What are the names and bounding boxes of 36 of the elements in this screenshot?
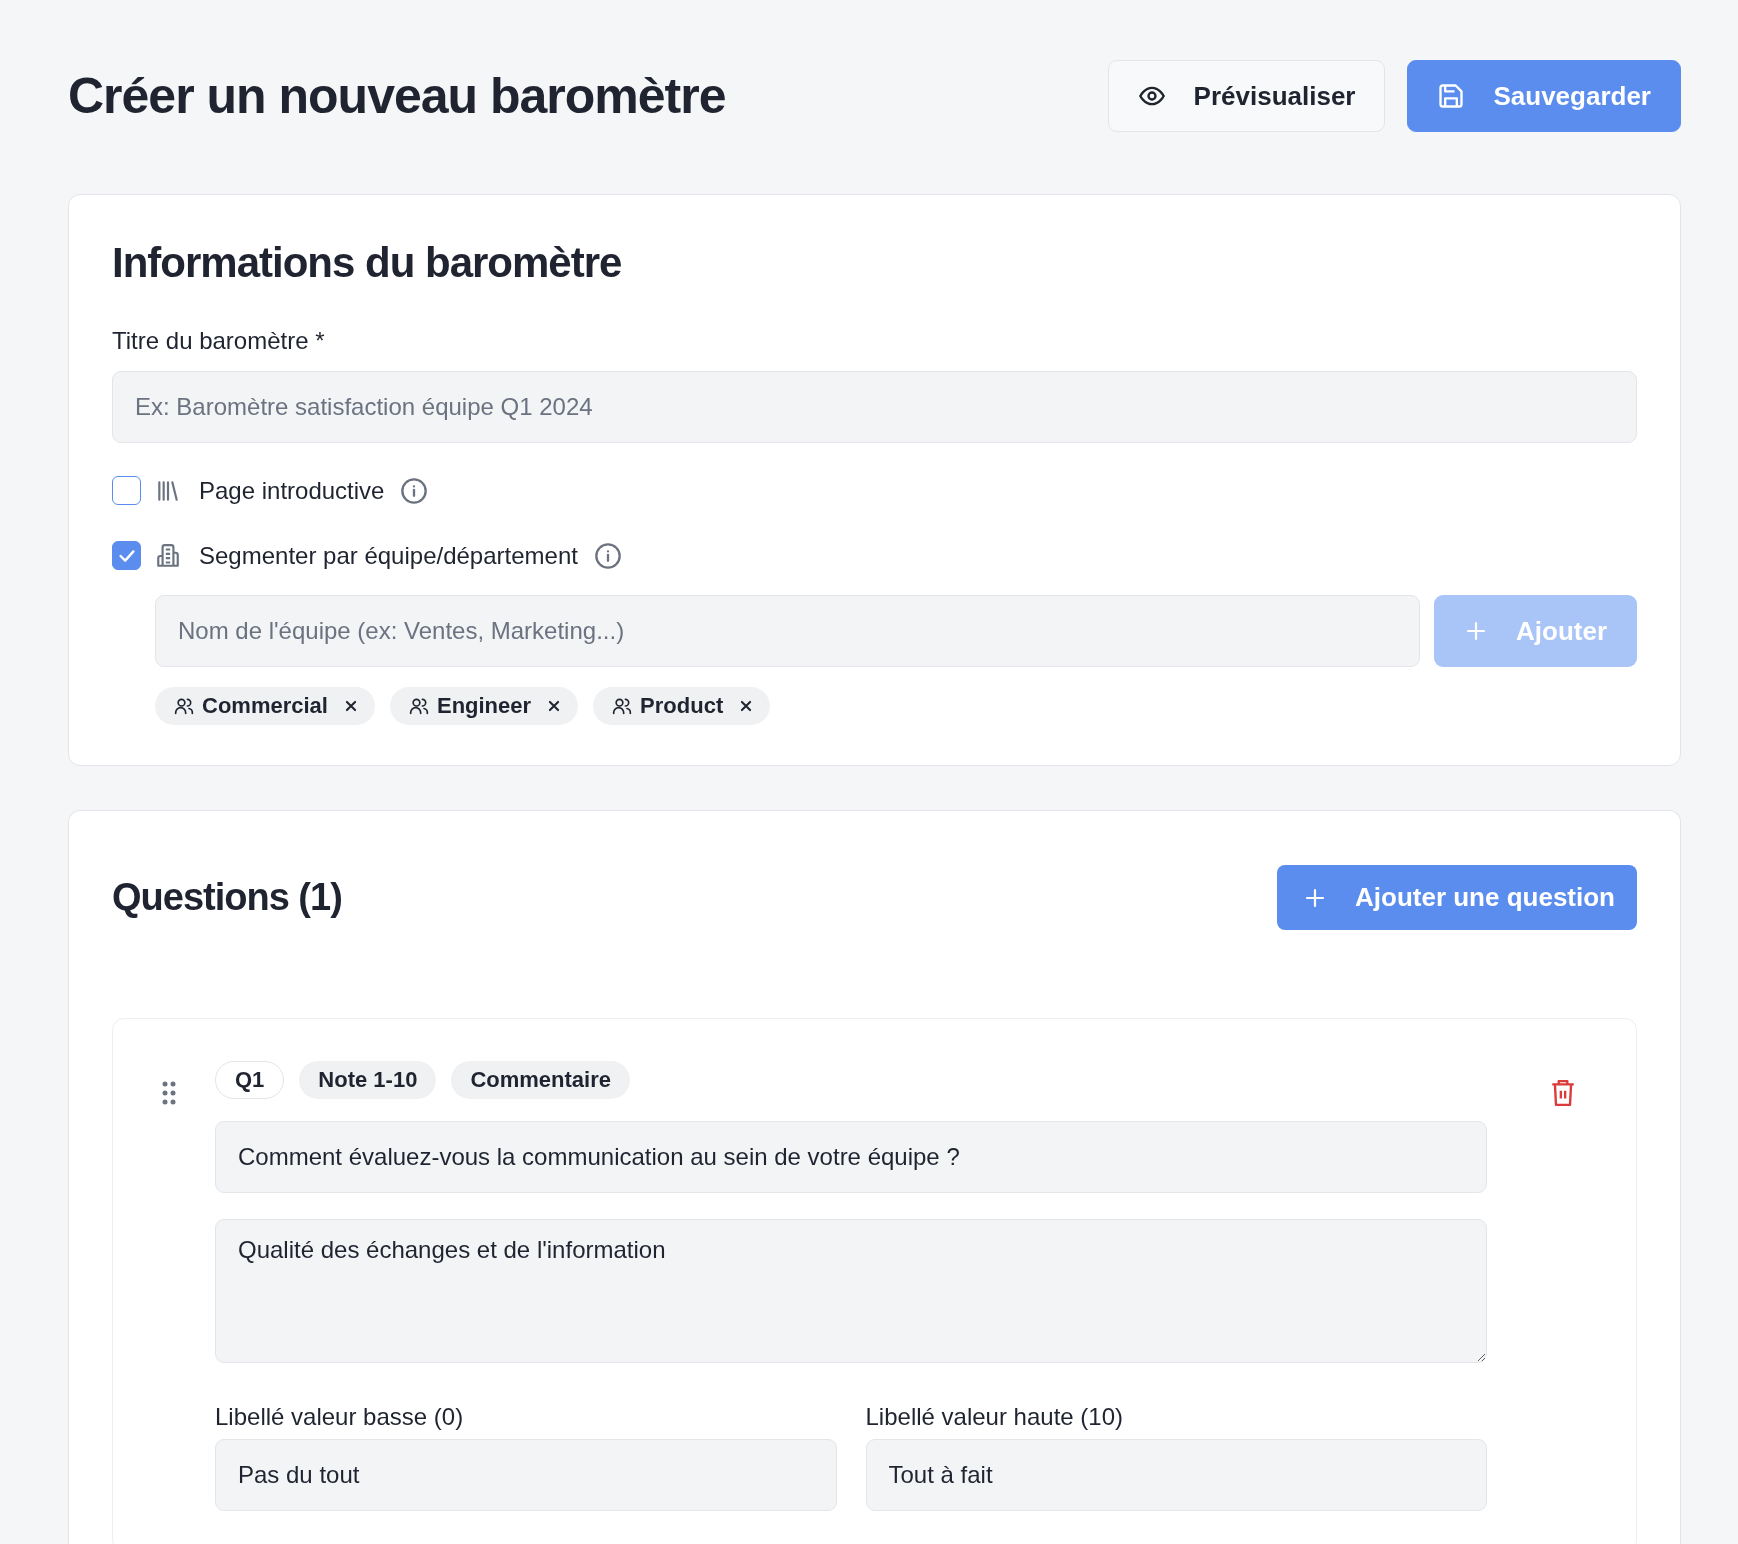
checkbox[interactable] <box>112 476 141 505</box>
users-icon <box>612 696 633 716</box>
question-tag: Note 1-10 <box>299 1061 437 1099</box>
team-name: Engineer <box>436 693 532 719</box>
low-label-input[interactable]: Pas du tout <box>215 1439 837 1511</box>
preview-button[interactable]: Prévisualiser <box>1107 60 1386 132</box>
info-icon <box>400 476 429 505</box>
remove-icon[interactable] <box>343 699 358 713</box>
field-label: Titre du baromètre * <box>112 327 326 355</box>
plus-icon <box>1464 619 1488 643</box>
users-icon <box>408 696 429 716</box>
high-label-input[interactable]: Tout à fait <box>865 1439 1487 1511</box>
info-icon <box>593 541 622 570</box>
team-name: Commercial <box>202 693 328 719</box>
drag-handle-icon[interactable] <box>162 1081 176 1105</box>
question-tag: Commentaire <box>451 1061 630 1099</box>
title-input[interactable]: Ex: Baromètre satisfaction équipe Q1 2024 <box>112 371 1637 443</box>
field-label: Libellé valeur basse (0) <box>215 1403 465 1431</box>
team-name: Product <box>640 693 724 719</box>
field-label: Libellé valeur haute (10) <box>865 1403 1124 1431</box>
trash-icon[interactable] <box>1550 1079 1576 1107</box>
page-title: Créer un nouveau baromètre <box>68 67 726 125</box>
description-textarea[interactable]: Qualité des échanges et de l'information <box>215 1219 1487 1363</box>
team-name-input[interactable]: Nom de l'équipe (ex: Ventes, Marketing...) <box>155 595 1420 667</box>
remove-icon[interactable] <box>739 699 754 713</box>
option-label: Page introductive <box>199 476 385 505</box>
users-icon <box>174 696 194 716</box>
building-icon <box>155 542 181 569</box>
option-label: Segmenter par équipe/département <box>199 541 578 570</box>
remove-icon[interactable] <box>547 699 562 713</box>
question-input[interactable]: Comment évaluez-vous la communication au sein de votre équipe ? <box>215 1121 1487 1193</box>
save-icon <box>1437 82 1466 110</box>
section-heading: Questions (1) <box>112 876 342 919</box>
question-number: Q1 <box>215 1061 285 1099</box>
checkbox[interactable] <box>112 541 141 570</box>
section-heading: Informations du baromètre <box>112 239 623 287</box>
